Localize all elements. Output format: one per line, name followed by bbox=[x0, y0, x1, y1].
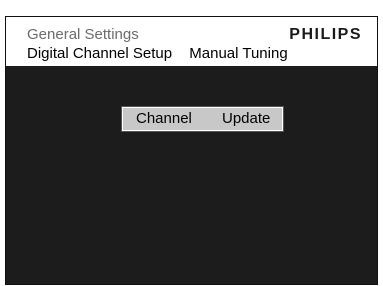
channel-update-label-channel: Channel bbox=[136, 110, 192, 127]
menu-title: General Settings bbox=[27, 26, 139, 43]
breadcrumb-item-digital-channel-setup[interactable]: Digital Channel Setup bbox=[27, 45, 172, 62]
breadcrumb-item-manual-tuning[interactable]: Manual Tuning bbox=[189, 45, 287, 62]
menu-header: General Settings PHILIPS Digital Channel… bbox=[6, 17, 377, 66]
breadcrumb: Digital Channel Setup Manual Tuning bbox=[27, 46, 288, 62]
philips-logo: PHILIPS bbox=[289, 26, 362, 43]
channel-update-label-update: Update bbox=[222, 110, 271, 127]
tv-menu-screen: General Settings PHILIPS Digital Channel… bbox=[5, 16, 378, 285]
channel-update-button[interactable]: Channel Update bbox=[121, 106, 284, 132]
